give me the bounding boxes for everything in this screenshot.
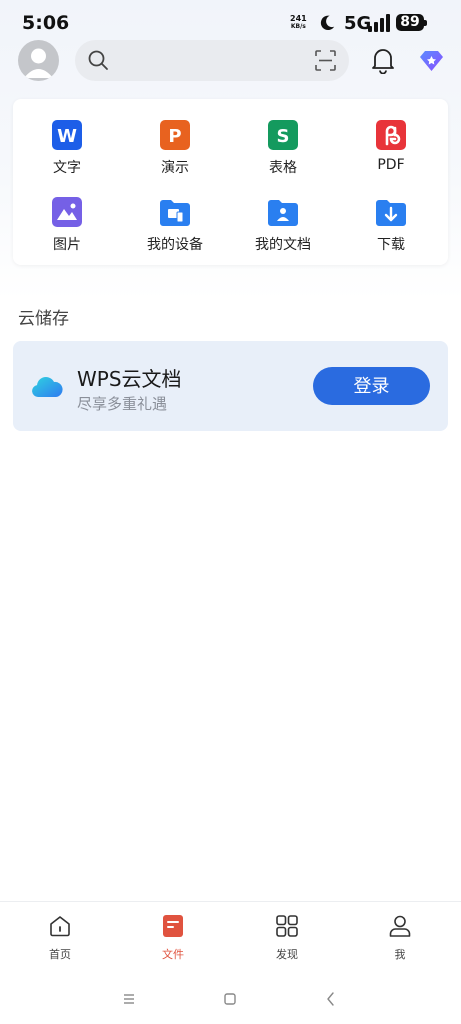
status-time: 5:06: [22, 12, 70, 34]
quick-item-label: 演示: [161, 160, 189, 176]
word-doc-icon: W: [52, 120, 82, 150]
bell-icon[interactable]: [370, 46, 396, 74]
quick-item-presentation[interactable]: P 演示: [121, 119, 229, 189]
bottom-nav: 首页 文件 发现 我: [0, 901, 461, 973]
battery-tip: [424, 20, 427, 26]
presentation-icon: P: [160, 120, 190, 150]
menu-icon[interactable]: [119, 989, 139, 1009]
avatar[interactable]: [18, 40, 59, 81]
quick-item-spreadsheet[interactable]: S 表格: [229, 119, 337, 189]
quick-item-label: 图片: [53, 237, 81, 253]
quick-item-my-documents[interactable]: 我的文档: [229, 196, 337, 266]
tab-label: 我: [394, 948, 406, 961]
home-icon: [50, 916, 70, 937]
quick-item-image[interactable]: 图片: [13, 196, 121, 266]
moon-icon: [320, 15, 335, 31]
quick-item-my-device[interactable]: 我的设备: [121, 196, 229, 266]
login-button[interactable]: 登录: [313, 367, 430, 405]
svg-text:P: P: [168, 126, 181, 147]
network-speed: 241 KB/s: [290, 15, 307, 31]
svg-text:W: W: [57, 126, 77, 147]
quick-access-card: W 文字 P 演示 S 表格 PDF 图片 我的设备 我的文档 下载: [13, 99, 448, 265]
tab-discover[interactable]: 发现: [247, 912, 327, 968]
search-bar[interactable]: [75, 40, 349, 81]
avatar-person-icon: [24, 48, 53, 78]
file-icon: [163, 915, 183, 937]
quick-item-label: 我的文档: [255, 237, 311, 253]
network-speed-value: 241: [290, 14, 307, 23]
network-speed-unit: KB/s: [290, 23, 306, 30]
tab-me[interactable]: 我: [360, 912, 440, 968]
signal-icon: [368, 14, 390, 32]
quick-item-label: 下载: [377, 237, 405, 253]
status-bar: 5:06 241 KB/s 5G 89: [0, 0, 461, 44]
tab-label: 首页: [49, 948, 71, 961]
quick-item-word[interactable]: W 文字: [13, 119, 121, 189]
image-icon: [52, 197, 82, 227]
profile-icon: [389, 915, 411, 937]
document-folder-icon: [268, 200, 298, 226]
cloud-icon: [32, 377, 63, 397]
pdf-icon: [376, 120, 406, 150]
back-icon[interactable]: [321, 989, 341, 1009]
svg-text:S: S: [277, 126, 290, 147]
quick-item-label: 我的设备: [147, 237, 203, 253]
cloud-docs-subtitle: 尽享多重礼遇: [77, 395, 168, 413]
tab-home[interactable]: 首页: [20, 912, 100, 968]
battery-level: 89: [396, 14, 424, 31]
quick-item-label: 表格: [269, 160, 297, 176]
vip-diamond-icon[interactable]: [419, 48, 444, 73]
quick-item-label: 文字: [53, 160, 81, 176]
home-square-icon[interactable]: [220, 989, 240, 1009]
battery-icon: 89: [396, 14, 427, 32]
quick-item-downloads[interactable]: 下载: [337, 196, 445, 266]
tab-label: 发现: [276, 948, 298, 961]
cloud-docs-card[interactable]: WPS云文档 尽享多重礼遇 登录: [13, 341, 448, 431]
discover-grid-icon: [276, 915, 298, 937]
cloud-section-title: 云储存: [18, 309, 69, 329]
system-nav-bar: [0, 973, 461, 1024]
quick-item-pdf[interactable]: PDF: [337, 119, 445, 189]
cloud-docs-title: WPS云文档: [77, 367, 182, 391]
search-input[interactable]: [117, 40, 307, 81]
download-folder-icon: [376, 200, 406, 226]
quick-item-label: PDF: [377, 157, 405, 173]
tab-files[interactable]: 文件: [133, 912, 213, 968]
search-icon: [88, 50, 108, 70]
scan-icon[interactable]: [315, 50, 336, 71]
spreadsheet-icon: S: [268, 120, 298, 150]
tab-label: 文件: [162, 948, 184, 961]
device-folder-icon: [160, 200, 190, 226]
